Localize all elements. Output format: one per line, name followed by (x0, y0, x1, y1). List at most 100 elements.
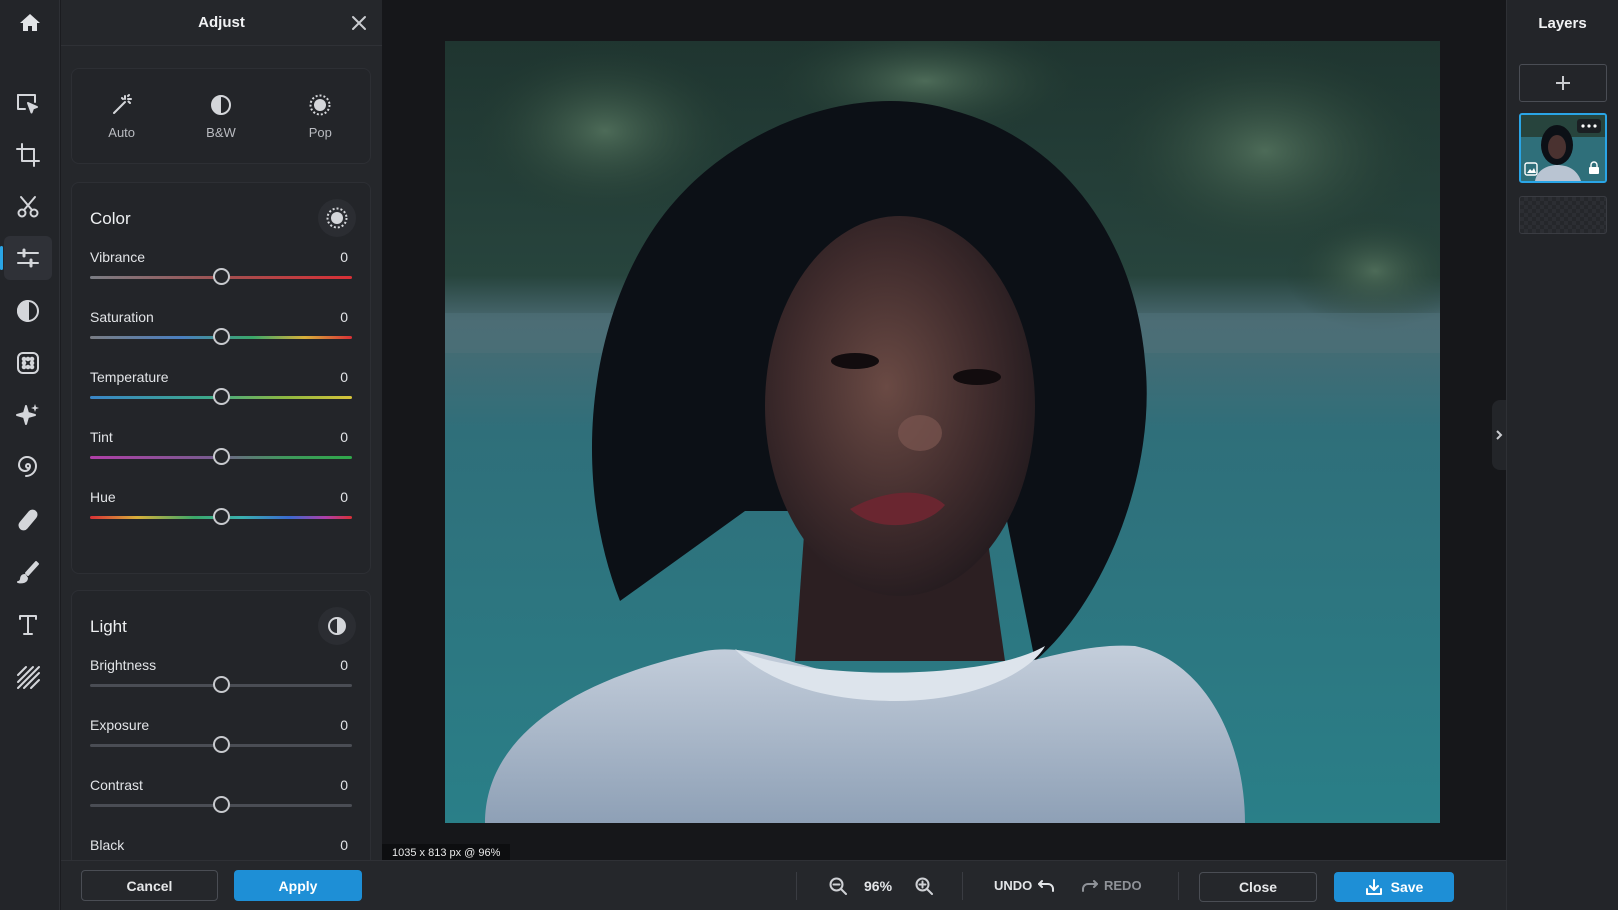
slider-label: Contrast (90, 777, 143, 793)
divider (796, 872, 797, 900)
layer-item-photo[interactable] (1519, 113, 1607, 183)
zoom-out-button[interactable] (826, 874, 850, 898)
slider-label: Black (90, 837, 125, 853)
color-section-title: Color (90, 209, 131, 228)
tool-crop[interactable] (4, 133, 52, 177)
slider-label: Saturation (90, 309, 154, 325)
slider-label: Vibrance (90, 249, 146, 265)
undo-label: UNDO (994, 878, 1033, 893)
contrast-slider: Contrast 0 (90, 777, 352, 827)
cancel-button[interactable]: Cancel (81, 870, 218, 901)
slider-thumb[interactable] (213, 508, 230, 525)
scissors-icon (17, 196, 39, 218)
filter-grid-icon (17, 352, 39, 374)
light-reset-button[interactable] (318, 607, 356, 645)
slider-value: 0 (340, 837, 348, 853)
temperature-slider: Temperature 0 (90, 369, 352, 419)
half-circle-icon (210, 94, 231, 115)
slider-thumb[interactable] (213, 388, 230, 405)
zoom-in-icon (915, 877, 933, 895)
preset-pop-button[interactable]: Pop (280, 81, 360, 151)
vibrance-slider: Vibrance 0 (90, 249, 352, 299)
redo-button[interactable]: REDO (1082, 878, 1142, 893)
light-section-title: Light (90, 617, 127, 636)
undo-icon (1038, 879, 1055, 892)
slider-thumb[interactable] (213, 448, 230, 465)
slider-thumb[interactable] (213, 268, 230, 285)
slider-value: 0 (340, 489, 348, 505)
close-adjust-button[interactable] (348, 12, 370, 34)
preset-label: Auto (108, 124, 136, 140)
sparkle-icon (16, 404, 39, 425)
hue-slider: Hue 0 (90, 489, 352, 539)
slider-value: 0 (340, 777, 348, 793)
layers-panel-title: Layers (1538, 14, 1587, 32)
slider-thumb[interactable] (213, 676, 230, 693)
divider (1178, 872, 1179, 900)
adjust-panel-footer: Cancel Apply (61, 860, 382, 910)
color-section: Color Vibrance 0 Saturation 0 Temperatur… (71, 182, 371, 574)
slider-thumb[interactable] (213, 796, 230, 813)
expand-layers-handle[interactable] (1492, 400, 1506, 470)
close-button[interactable]: Close (1199, 872, 1317, 902)
layer-item-background[interactable] (1519, 196, 1607, 234)
sliders-icon (17, 248, 39, 268)
tool-filters[interactable] (4, 341, 52, 385)
slider-value: 0 (340, 249, 348, 265)
tool-brush[interactable] (4, 550, 52, 594)
preset-bw-button[interactable]: B&W (181, 81, 261, 151)
tool-adjust[interactable] (0, 236, 52, 280)
tool-effects[interactable] (4, 289, 52, 333)
slider-thumb[interactable] (213, 736, 230, 753)
close-icon (352, 16, 366, 30)
download-icon (1365, 879, 1382, 895)
half-circle-icon (328, 617, 346, 635)
exposure-slider: Exposure 0 (90, 717, 352, 767)
tool-select[interactable] (4, 82, 52, 126)
tool-ai[interactable] (4, 393, 52, 437)
slider-label: Temperature (90, 369, 169, 385)
add-layer-button[interactable] (1519, 64, 1607, 102)
magic-wand-icon (112, 93, 132, 114)
undo-button[interactable]: UNDO (994, 878, 1055, 893)
home-button[interactable] (4, 4, 56, 42)
left-toolbar (0, 0, 60, 910)
zoom-in-button[interactable] (912, 874, 936, 898)
slider-value: 0 (340, 657, 348, 673)
light-section: Light Brightness 0 Exposure 0 Contrast 0 (71, 590, 371, 880)
text-icon (19, 615, 37, 635)
tool-text[interactable] (4, 603, 52, 647)
redo-icon (1082, 879, 1098, 892)
slider-value: 0 (340, 309, 348, 325)
photo-editor-app: Adjust Auto B&W Pop Color Vibrance 0 Sat… (0, 0, 1618, 910)
saturation-slider: Saturation 0 (90, 309, 352, 359)
divider (962, 872, 963, 900)
layers-panel: Layers (1506, 0, 1618, 910)
color-reset-button[interactable] (318, 199, 356, 237)
slider-thumb[interactable] (213, 328, 230, 345)
redo-label: REDO (1104, 878, 1142, 893)
apply-button[interactable]: Apply (234, 870, 362, 901)
tool-heal[interactable] (4, 498, 52, 542)
adjust-panel-header: Adjust (61, 0, 382, 46)
photo-portrait[interactable] (445, 41, 1440, 823)
image-canvas[interactable]: 1035 x 813 px @ 96% (382, 0, 1506, 862)
preset-auto-button[interactable]: Auto (82, 81, 162, 151)
sun-icon (309, 94, 331, 115)
slider-value: 0 (340, 369, 348, 385)
slider-label: Exposure (90, 717, 150, 733)
adjust-presets: Auto B&W Pop (71, 68, 371, 164)
contrast-circle-icon (17, 300, 39, 322)
zoom-level: 96% (864, 878, 893, 894)
bottom-bar: 96% UNDO REDO Close Save (382, 860, 1506, 910)
swirl-icon (18, 456, 37, 477)
tool-distort[interactable] (4, 446, 52, 490)
portrait-image (445, 41, 1440, 823)
home-icon (20, 14, 40, 31)
save-button[interactable]: Save (1334, 872, 1454, 902)
tool-pattern[interactable] (4, 655, 52, 699)
tool-cutout[interactable] (4, 185, 52, 229)
sun-icon (326, 207, 348, 229)
layer-thumbnail (1521, 115, 1605, 181)
hatch-pattern-icon (17, 666, 40, 689)
